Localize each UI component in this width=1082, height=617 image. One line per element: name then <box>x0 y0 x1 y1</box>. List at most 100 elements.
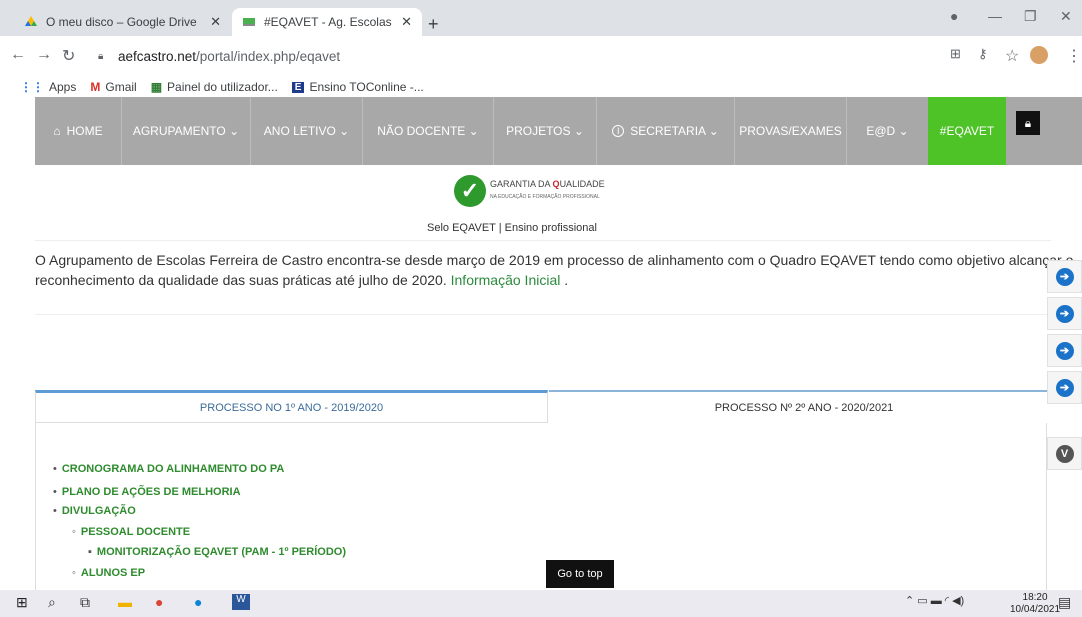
back-icon[interactable]: ← <box>10 46 26 64</box>
url-path: /portal/index.php/eqavet <box>196 48 341 64</box>
reload-icon[interactable]: ↻ <box>62 46 75 66</box>
informacao-inicial-link[interactable]: Informação Inicial <box>451 272 561 288</box>
square-bullet-icon: ▪ <box>88 546 92 558</box>
nav-provas-exames[interactable]: PROVAS/EXAMES <box>735 97 846 165</box>
share-arrow-icon: ➔ <box>1055 267 1074 286</box>
key-icon[interactable]: ⚷ <box>978 46 988 62</box>
menu-kebab-icon[interactable]: ⋮ <box>1066 46 1082 66</box>
site-favicon <box>243 18 255 26</box>
share-button[interactable]: ➔ <box>1047 297 1082 330</box>
nav-label: HOME <box>66 124 103 138</box>
chrome-icon[interactable]: ● <box>155 594 163 610</box>
share-arrow-icon: ➔ <box>1055 378 1074 397</box>
viber-button[interactable]: V <box>1047 437 1082 470</box>
bookmark-label: Painel do utilizador... <box>167 80 278 94</box>
edge-icon[interactable]: ● <box>194 594 202 610</box>
task-view-icon[interactable]: ⧉ <box>80 594 90 611</box>
list-item-label: CRONOGRAMA DO ALINHAMENTO DO PA <box>61 463 285 475</box>
profile-dot-icon[interactable]: ● <box>950 8 958 24</box>
divider <box>35 240 1051 241</box>
browser-tab-google-drive[interactable]: O meu disco – Google Drive ✕ <box>14 8 231 36</box>
logo-text: GARANTIA DA QUALIDADE NA EDUCAÇÃO E FORM… <box>490 179 605 203</box>
share-arrow-icon: ➔ <box>1055 341 1074 360</box>
intro-line-2: reconhecimento da qualidade das suas prá… <box>35 270 1065 290</box>
minimize-icon[interactable]: — <box>988 8 1002 24</box>
list-item[interactable]: ◦ ALUNOS EP <box>72 567 145 579</box>
nav-nao-docente[interactable]: NÃO DOCENTE ⌄ <box>363 97 493 165</box>
close-window-icon[interactable]: ✕ <box>1060 8 1072 25</box>
new-tab-button[interactable]: + <box>428 14 439 35</box>
home-icon: ⌂ <box>53 124 61 138</box>
checkmark-icon: ✓ <box>454 175 486 207</box>
list-item[interactable]: ▪ MONITORIZAÇÃO EQAVET (PAM - 1º PERÍODO) <box>88 546 346 558</box>
close-tab-icon[interactable]: ✕ <box>210 14 221 30</box>
avatar[interactable] <box>1030 46 1048 64</box>
circle-bullet-icon: ◦ <box>72 526 76 538</box>
forward-icon[interactable]: → <box>36 46 52 64</box>
clock-date: 10/04/2021 <box>1010 604 1061 615</box>
nav-home[interactable]: ⌂ HOME <box>35 97 121 165</box>
lock-icon: 🔒︎ <box>98 51 104 62</box>
tray-icons[interactable]: ⌃ ▭ ▬ ◜ ◀) <box>905 594 964 607</box>
bookmarks-bar: ⋮⋮ Apps M Gmail ▦ Painel do utilizador... E… <box>0 76 1082 98</box>
toconline-icon: E <box>291 81 305 93</box>
bullet-icon: • <box>53 505 57 517</box>
list-item-label: MONITORIZAÇÃO EQAVET (PAM - 1º PERÍODO) <box>96 546 346 558</box>
list-item[interactable]: ◦ PESSOAL DOCENTE <box>72 526 190 538</box>
tab-processo-1-ano[interactable]: PROCESSO NO 1º ANO - 2019/2020 <box>35 390 548 423</box>
list-item[interactable]: • CRONOGRAMA DO ALINHAMENTO DO PA <box>53 463 284 475</box>
address-bar[interactable]: 🔒︎ aefcastro.net/portal/index.php/eqavet <box>98 40 968 72</box>
nav-eqavet[interactable]: #EQAVET <box>928 97 1006 165</box>
windows-start-icon[interactable]: ⊞ <box>16 594 28 611</box>
browser-tab-eqavet[interactable]: #EQAVET - Ag. Escolas Ferreira d ✕ <box>232 8 422 36</box>
share-button[interactable]: ➔ <box>1047 371 1082 404</box>
nav-ano-letivo[interactable]: ANO LETIVO ⌄ <box>251 97 362 165</box>
nav-secretaria[interactable]: i SECRETARIA ⌄ <box>597 97 734 165</box>
clock-time: 18:20 <box>1022 592 1048 603</box>
nav-agrupamento[interactable]: AGRUPAMENTO ⌄ <box>122 97 250 165</box>
translate-icon[interactable]: ⊞ <box>950 46 961 62</box>
viber-icon: V <box>1055 444 1074 463</box>
apps-grid-icon: ⋮⋮ <box>20 80 44 94</box>
circle-bullet-icon: ◦ <box>72 567 76 579</box>
google-drive-icon <box>25 16 37 26</box>
intro-paragraph: O Agrupamento de Escolas Ferreira de Cas… <box>35 250 1073 290</box>
intro-period: . <box>564 272 569 288</box>
restore-icon[interactable]: ❐ <box>1024 8 1037 25</box>
nav-ead[interactable]: E@D ⌄ <box>847 97 928 165</box>
login-lock-button[interactable]: 🔒︎ <box>1016 111 1040 135</box>
share-button[interactable]: ➔ <box>1047 260 1082 293</box>
list-item[interactable]: • PLANO DE AÇÕES DE MELHORIA <box>53 486 241 498</box>
go-to-top-button[interactable]: Go to top <box>546 560 614 588</box>
nav-projetos[interactable]: PROJETOS ⌄ <box>494 97 596 165</box>
search-icon[interactable]: ⌕ <box>48 594 56 611</box>
star-icon[interactable]: ☆ <box>1005 46 1019 66</box>
bullet-icon: • <box>53 486 57 498</box>
file-explorer-icon[interactable]: ▬ <box>118 594 132 610</box>
gmail-icon: M <box>90 80 101 94</box>
logo-text-qualidade: UALIDADE <box>559 179 605 189</box>
list-item-label: PLANO DE AÇÕES DE MELHORIA <box>61 486 241 498</box>
lock-icon: 🔒︎ <box>1024 115 1032 130</box>
bullet-icon: • <box>53 463 57 475</box>
notification-icon[interactable]: ▤ <box>1058 594 1071 611</box>
share-arrow-icon: ➔ <box>1055 304 1074 323</box>
bookmark-painel[interactable]: ▦ Painel do utilizador... <box>151 80 278 94</box>
site-nav: ⌂ HOME AGRUPAMENTO ⌄ ANO LETIVO ⌄ NÃO DOC… <box>35 97 1082 165</box>
close-tab-icon[interactable]: ✕ <box>401 14 412 30</box>
list-item[interactable]: • DIVULGAÇÃO <box>53 505 136 517</box>
browser-tabstrip: O meu disco – Google Drive ✕ #EQAVET - A… <box>0 0 1082 36</box>
taskbar-clock[interactable]: 18:20 10/04/2021 <box>1010 592 1060 616</box>
tab-panel <box>35 423 1047 603</box>
bookmark-toconline[interactable]: E Ensino TOConline -... <box>291 80 424 94</box>
url-domain: aefcastro.net <box>118 48 197 64</box>
tab-processo-2-ano[interactable]: PROCESSO Nº 2º ANO - 2020/2021 <box>549 390 1059 423</box>
word-icon[interactable]: W <box>232 594 250 610</box>
bookmark-label: Ensino TOConline -... <box>309 80 424 94</box>
bookmark-label: Gmail <box>105 80 137 94</box>
logo-subtext: NA EDUCAÇÃO E FORMAÇÃO PROFISSIONAL <box>490 194 600 200</box>
share-button[interactable]: ➔ <box>1047 334 1082 367</box>
intro-text: reconhecimento da qualidade das suas prá… <box>35 272 447 288</box>
bookmark-apps[interactable]: ⋮⋮ Apps <box>20 80 76 94</box>
bookmark-gmail[interactable]: M Gmail <box>90 80 136 94</box>
